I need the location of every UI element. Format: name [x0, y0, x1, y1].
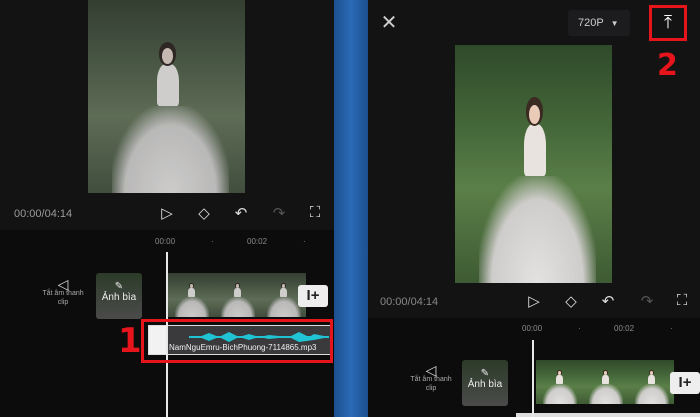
tick-label: 00:00	[155, 237, 176, 246]
highlight-box	[141, 319, 333, 363]
mute-clip-button[interactable]: ◁ Tắt âm thanh clip	[38, 276, 88, 307]
cover-button[interactable]: ✎ Ảnh bìa	[96, 273, 142, 319]
mute-clip-button[interactable]: ◁ Tắt âm thanh clip	[406, 362, 456, 393]
audio-track[interactable]	[516, 413, 700, 417]
redo-icon: ↷	[272, 205, 286, 222]
pencil-icon: ✎	[480, 368, 490, 379]
undo-icon[interactable]: ↶	[597, 292, 619, 310]
timeline[interactable]: 00:00 00:02 · · ◁ Tắt âm thanh clip ✎ Ảnh …	[368, 318, 700, 417]
mute-label: Tắt âm thanh clip	[42, 290, 84, 306]
timecode: 00:00/04:14	[380, 296, 439, 308]
tick-dot: ·	[303, 237, 306, 246]
undo-icon[interactable]: ↶	[230, 204, 252, 222]
highlight-box	[649, 5, 687, 41]
resolution-dropdown[interactable]: 720P ▼	[568, 10, 630, 36]
video-preview	[455, 45, 612, 283]
speaker-icon: ◁	[425, 362, 437, 378]
video-track[interactable]	[536, 360, 674, 404]
cover-label: Ảnh bìa	[467, 379, 503, 390]
tick-label: 00:02	[247, 237, 268, 246]
add-clip-button[interactable]: I+	[670, 372, 700, 394]
tick-label: 00:02	[614, 324, 635, 333]
export-panel: ✕ 720P ▼ ⤒ 2 00:00/04:14 ▷ ◇ ↶ ↷ ⛶ 00:00…	[368, 0, 700, 417]
play-icon[interactable]: ▷	[156, 204, 178, 222]
step-number: 2	[657, 48, 678, 83]
play-icon[interactable]: ▷	[523, 292, 545, 310]
tick-label: 00:00	[522, 324, 543, 333]
close-icon[interactable]: ✕	[378, 10, 400, 35]
timecode: 00:00/04:14	[14, 208, 73, 220]
editor-panel: 00:00/04:14 ▷ ◇ ↶ ↷ ⛶ 00:00 00:02 · · ◁ T…	[0, 0, 334, 417]
divider	[334, 0, 368, 417]
keyframe-icon[interactable]: ◇	[560, 292, 582, 310]
tick-dot: ·	[670, 324, 673, 333]
fullscreen-icon[interactable]: ⛶	[671, 292, 693, 309]
tick-dot: ·	[578, 324, 581, 333]
add-clip-button[interactable]: I+	[298, 285, 328, 307]
tick-dot: ·	[211, 237, 214, 246]
fullscreen-icon[interactable]: ⛶	[304, 204, 326, 221]
resolution-value: 720P	[578, 17, 604, 29]
cover-label: Ảnh bìa	[101, 292, 137, 303]
playhead[interactable]	[532, 340, 534, 417]
step-number: 1	[118, 321, 142, 361]
redo-icon: ↷	[640, 293, 654, 310]
speaker-icon: ◁	[57, 276, 69, 292]
video-track[interactable]	[168, 273, 306, 317]
mute-label: Tắt âm thanh clip	[410, 376, 452, 392]
video-preview	[88, 0, 245, 193]
caret-down-icon: ▼	[610, 19, 619, 28]
pencil-icon: ✎	[114, 281, 124, 292]
cover-button[interactable]: ✎ Ảnh bìa	[462, 360, 508, 406]
keyframe-icon[interactable]: ◇	[193, 204, 215, 222]
